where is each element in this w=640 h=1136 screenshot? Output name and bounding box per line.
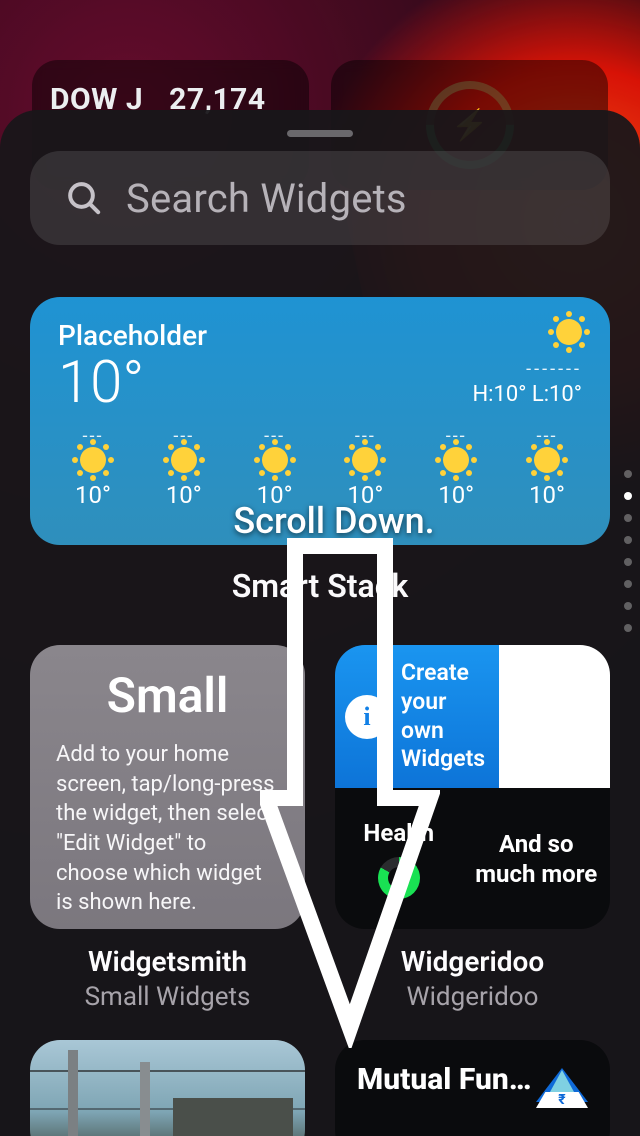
widgeridoo-create-text: Create your own Widgets: [401, 659, 485, 774]
page-dot[interactable]: [624, 470, 632, 478]
page-dot[interactable]: [624, 580, 632, 588]
search-placeholder: Search Widgets: [126, 175, 407, 222]
page-dot[interactable]: [624, 536, 632, 544]
info-icon: i: [345, 695, 389, 739]
weather-hour-col: ---10°: [240, 426, 310, 509]
weather-high-low: H:10° L:10°: [472, 382, 582, 407]
weather-hour-col: ---10°: [330, 426, 400, 509]
sun-icon: [352, 447, 378, 473]
page-dot[interactable]: [624, 624, 632, 632]
smart-stack-title: Smart Stack: [30, 567, 610, 605]
widgeridoo-health-label: Health: [363, 819, 434, 847]
health-ring-icon: [378, 857, 420, 899]
widgetsmith-card[interactable]: Small Add to your home screen, tap/long-…: [30, 645, 305, 929]
weather-temperature: 10°: [58, 354, 207, 412]
weather-hourly-row: ---10° ---10° ---10° ---10° ---10° ---10…: [58, 426, 582, 509]
widgetsmith-card-heading: Small: [56, 667, 279, 724]
mutual-funds-icon: [536, 1062, 588, 1102]
weather-location: Placeholder: [58, 319, 207, 352]
widget-gallery-sheet[interactable]: Search Widgets Placeholder 10° ------- H…: [0, 110, 640, 1136]
photo-widget-card[interactable]: [30, 1040, 305, 1136]
page-dot[interactable]: [624, 602, 632, 610]
widgeridoo-card[interactable]: i Create your own Widgets Health And so …: [335, 645, 610, 929]
widget-name: Widgeridoo: [335, 945, 610, 978]
smart-stack-weather-card[interactable]: Placeholder 10° ------- H:10° L:10° ---1…: [30, 297, 610, 545]
weather-hour-col: ---10°: [512, 426, 582, 509]
widget-subtitle: Small Widgets: [30, 982, 305, 1012]
photo-decoration: [140, 1062, 150, 1136]
page-indicator[interactable]: [624, 470, 632, 632]
page-dot[interactable]: [624, 492, 632, 500]
sun-icon: [171, 447, 197, 473]
widget-name: Widgetsmith: [30, 945, 305, 978]
search-icon: [64, 178, 104, 218]
sun-icon: [80, 447, 106, 473]
widget-subtitle: Widgeridoo: [335, 982, 610, 1012]
mutual-funds-title: Mutual Fun…: [357, 1062, 531, 1097]
photo-decoration: [68, 1050, 78, 1136]
weather-summary-dash: -------: [472, 359, 582, 380]
page-dot[interactable]: [624, 514, 632, 522]
widgeridoo-more-label: And so much more: [463, 788, 611, 929]
page-dot[interactable]: [624, 558, 632, 566]
sun-icon: [556, 319, 582, 345]
weather-hour-col: ---10°: [421, 426, 491, 509]
weather-hour-col: ---10°: [58, 426, 128, 509]
sheet-grabber[interactable]: [287, 130, 353, 137]
search-widgets-field[interactable]: Search Widgets: [30, 151, 610, 245]
photo-decoration: [173, 1098, 293, 1136]
sun-icon: [534, 447, 560, 473]
sun-icon: [262, 447, 288, 473]
sun-icon: [443, 447, 469, 473]
widgetsmith-card-body: Add to your home screen, tap/long-press …: [56, 740, 279, 918]
blank-panel: [499, 645, 610, 788]
mutual-funds-card[interactable]: Mutual Fun…: [335, 1040, 610, 1136]
weather-hour-col: ---10°: [149, 426, 219, 509]
